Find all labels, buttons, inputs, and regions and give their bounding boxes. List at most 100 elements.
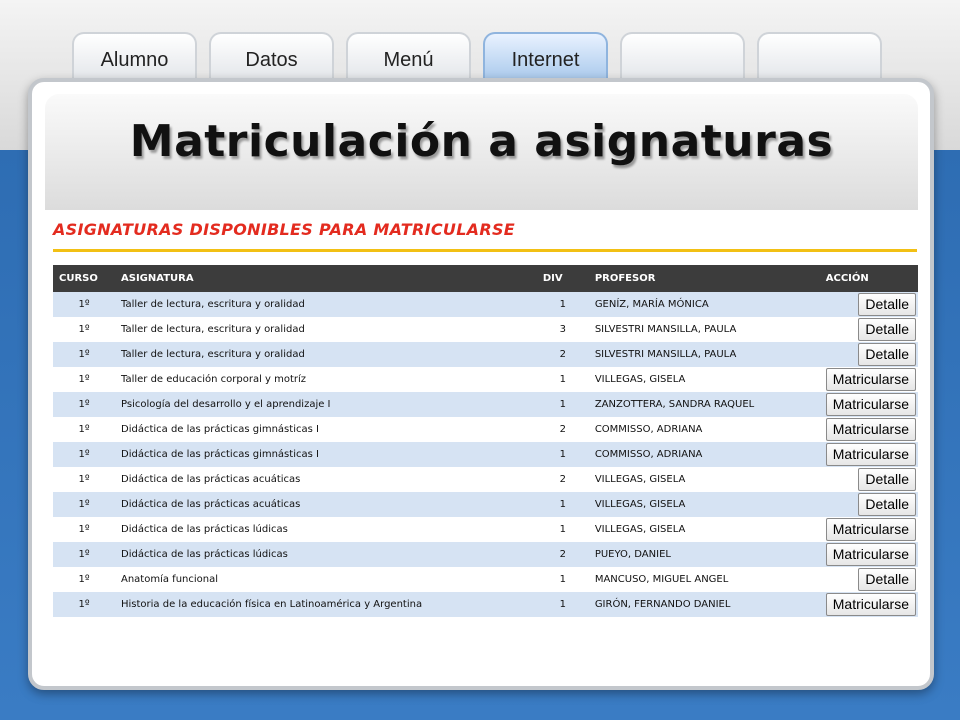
cell-curso: 1º (78, 299, 90, 310)
cell-div: 2 (559, 349, 566, 360)
cell-profesor: PUEYO, DANIEL (594, 549, 671, 560)
cell-div: 1 (559, 499, 566, 510)
cell-profesor: MANCUSO, MIGUEL ANGEL (594, 574, 729, 585)
subjects-table: CURSO ASIGNATURA DIV PROFESOR ACCIÓN 1º T… (53, 265, 918, 617)
table-row: 1º Taller de educación corporal y motríz 1… (53, 367, 918, 392)
header-div: DIV (542, 273, 563, 284)
cell-accion: Matricularse (820, 542, 918, 567)
cell-profesor: VILLEGAS, GISELA (594, 374, 686, 385)
cell-accion: Matricularse (820, 392, 918, 417)
cell-div: 1 (559, 399, 566, 410)
cell-curso: 1º (78, 574, 90, 585)
matricularse-button[interactable]: Matricularse (825, 368, 916, 391)
detalle-button[interactable]: Detalle (858, 293, 916, 316)
tab-empty-5[interactable] (620, 32, 745, 80)
heading-divider (53, 249, 917, 252)
matricularse-button[interactable]: Matricularse (825, 543, 916, 566)
table-row: 1º Didáctica de las prácticas gimnásticas… (53, 442, 918, 467)
detalle-button[interactable]: Detalle (858, 468, 916, 491)
cell-profesor: GIRÓN, FERNANDO DANIEL (594, 599, 731, 610)
cell-div: 1 (559, 449, 566, 460)
cell-curso: 1º (78, 474, 90, 485)
table-header-row: CURSO ASIGNATURA DIV PROFESOR ACCIÓN (53, 265, 918, 292)
content-area: ASIGNATURAS DISPONIBLES PARA MATRICULARS… (53, 210, 918, 620)
header-profesor: PROFESOR (594, 273, 656, 284)
table-row: 1º Didáctica de las prácticas acuáticas 2 V… (53, 467, 918, 492)
cell-div: 1 (559, 599, 566, 610)
table-row: 1º Historia de la educación física en Lat… (53, 592, 918, 617)
cell-asignatura: Historia de la educación física en Latin… (121, 599, 423, 610)
tab-empty-6[interactable] (757, 32, 882, 80)
cell-div: 1 (559, 299, 566, 310)
cell-asignatura: Taller de lectura, escritura y oralidad (121, 299, 305, 310)
detalle-button[interactable]: Detalle (858, 318, 916, 341)
cell-profesor: SILVESTRI MANSILLA, PAULA (594, 349, 737, 360)
matricularse-button[interactable]: Matricularse (825, 443, 916, 466)
matricularse-button[interactable]: Matricularse (825, 518, 916, 541)
cell-asignatura: Didáctica de las prácticas acuáticas (121, 499, 301, 510)
cell-asignatura: Taller de educación corporal y motríz (121, 374, 307, 385)
title-band: Matriculación a asignaturas (45, 94, 918, 210)
cell-profesor: VILLEGAS, GISELA (594, 474, 686, 485)
cell-div: 1 (559, 374, 566, 385)
top-tabs: Alumno Datos Menú Internet (72, 32, 882, 80)
table-row: 1º Didáctica de las prácticas gimnásticas… (53, 417, 918, 442)
cell-asignatura: Psicología del desarrollo y el aprendiza… (121, 399, 331, 410)
detalle-button[interactable]: Detalle (858, 568, 916, 591)
header-accion: ACCIÓN (825, 273, 869, 284)
cell-curso: 1º (78, 499, 90, 510)
table-row: 1º Taller de lectura, escritura y oralida… (53, 292, 918, 317)
header-asignatura: ASIGNATURA (121, 273, 194, 284)
cell-div: 1 (559, 524, 566, 535)
tab-internet[interactable]: Internet (483, 32, 608, 80)
table-row: 1º Taller de lectura, escritura y oralida… (53, 317, 918, 342)
cell-profesor: ZANZOTTERA, SANDRA RAQUEL (594, 399, 755, 410)
cell-curso: 1º (78, 374, 90, 385)
cell-div: 2 (559, 549, 566, 560)
cell-profesor: COMMISSO, ADRIANA (594, 449, 703, 460)
cell-curso: 1º (78, 424, 90, 435)
detalle-button[interactable]: Detalle (858, 493, 916, 516)
cell-asignatura: Didáctica de las prácticas lúdicas (121, 549, 288, 560)
matricularse-button[interactable]: Matricularse (825, 393, 916, 416)
tab-menu[interactable]: Menú (346, 32, 471, 80)
cell-accion: Matricularse (820, 442, 918, 467)
cell-accion: Matricularse (820, 517, 918, 542)
cell-curso: 1º (78, 449, 90, 460)
header-curso: CURSO (59, 273, 98, 284)
cell-profesor: VILLEGAS, GISELA (594, 499, 686, 510)
matricularse-button[interactable]: Matricularse (825, 418, 916, 441)
cell-curso: 1º (78, 324, 90, 335)
cell-asignatura: Taller de lectura, escritura y oralidad (121, 324, 305, 335)
cell-profesor: GENÍZ, MARÍA MÓNICA (594, 299, 709, 310)
cell-accion: Matricularse (820, 367, 918, 392)
cell-accion: Detalle (820, 292, 918, 317)
cell-curso: 1º (78, 399, 90, 410)
cell-profesor: COMMISSO, ADRIANA (594, 424, 703, 435)
cell-accion: Detalle (820, 467, 918, 492)
cell-asignatura: Didáctica de las prácticas gimnásticas I (121, 424, 319, 435)
cell-profesor: SILVESTRI MANSILLA, PAULA (594, 324, 737, 335)
table-row: 1º Didáctica de las prácticas acuáticas 1 V… (53, 492, 918, 517)
cell-accion: Detalle (820, 342, 918, 367)
table-row: 1º Psicología del desarrollo y el aprendi… (53, 392, 918, 417)
table-row: 1º Taller de lectura, escritura y oralida… (53, 342, 918, 367)
cell-asignatura: Didáctica de las prácticas acuáticas (121, 474, 301, 485)
cell-curso: 1º (78, 599, 90, 610)
cell-profesor: VILLEGAS, GISELA (594, 524, 686, 535)
cell-asignatura: Taller de lectura, escritura y oralidad (121, 349, 305, 360)
cell-div: 3 (559, 324, 566, 335)
cell-asignatura: Didáctica de las prácticas lúdicas (121, 524, 288, 535)
cell-accion: Matricularse (820, 417, 918, 442)
cell-accion: Detalle (820, 492, 918, 517)
cell-div: 2 (559, 474, 566, 485)
cell-div: 1 (559, 574, 566, 585)
matricularse-button[interactable]: Matricularse (825, 593, 916, 616)
cell-div: 2 (559, 424, 566, 435)
detalle-button[interactable]: Detalle (858, 343, 916, 366)
tab-alumno[interactable]: Alumno (72, 32, 197, 80)
tab-datos[interactable]: Datos (209, 32, 334, 80)
table-row: 1º Anatomía funcional 1 MANCUSO, MIGUEL ANG… (53, 567, 918, 592)
cell-curso: 1º (78, 524, 90, 535)
cell-accion: Detalle (820, 317, 918, 342)
